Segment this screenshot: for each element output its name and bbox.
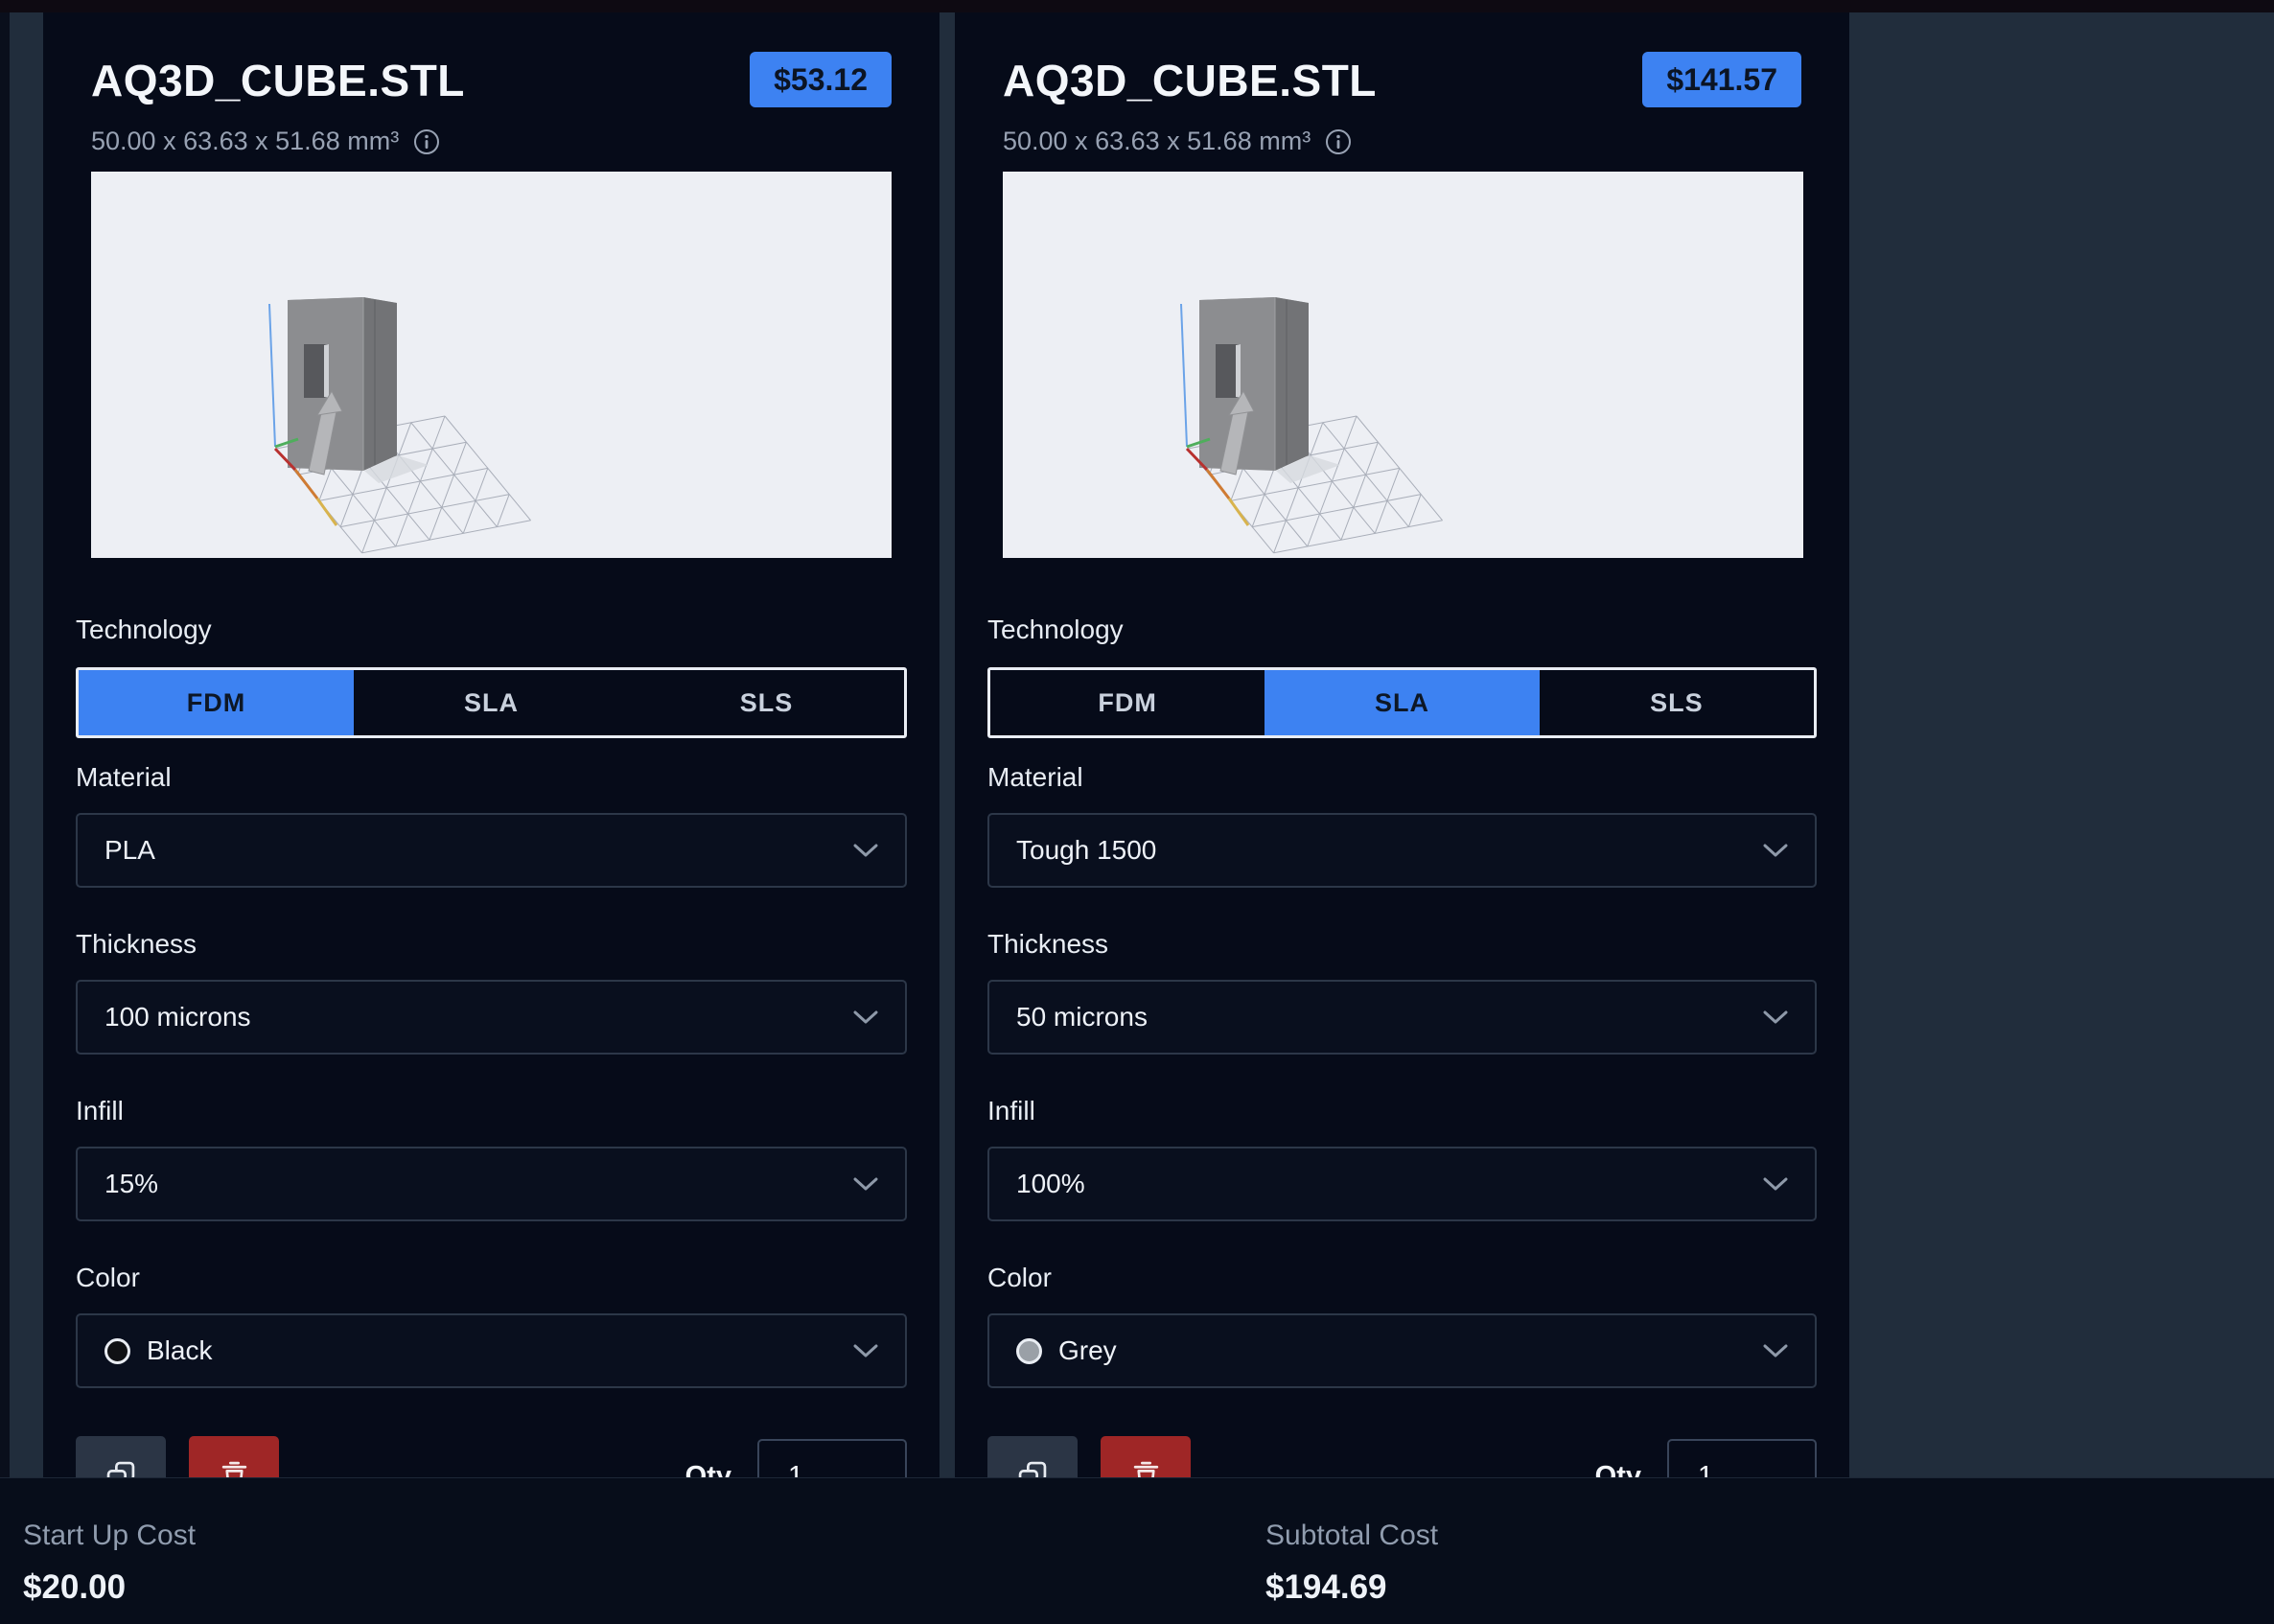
material-select[interactable]: Tough 1500 (987, 813, 1817, 888)
startup-cost-label: Start Up Cost (23, 1519, 196, 1553)
file-name-title: AQ3D_CUBE.STL (1003, 52, 1377, 109)
startup-cost-block: Start Up Cost $20.00 (23, 1519, 196, 1607)
subtotal-cost-label: Subtotal Cost (1265, 1519, 1438, 1553)
technology-segmented-control: FDM SLA SLS (987, 667, 1817, 738)
material-label: Material (987, 761, 1817, 794)
dimensions-row: 50.00 x 63.63 x 51.68 mm³ (1003, 127, 1801, 156)
info-icon[interactable] (413, 128, 440, 155)
tech-option-sls[interactable]: SLS (1540, 670, 1814, 735)
model-viewer-canvas[interactable] (91, 172, 892, 558)
model-viewer-canvas[interactable] (1003, 172, 1803, 558)
dimensions-row: 50.00 x 63.63 x 51.68 mm³ (91, 127, 892, 156)
price-badge: $53.12 (750, 52, 892, 107)
infill-label: Infill (987, 1095, 1817, 1127)
chevron-down-icon (853, 1177, 878, 1192)
tech-option-fdm[interactable]: FDM (79, 670, 354, 735)
infill-select[interactable]: 100% (987, 1147, 1817, 1221)
chevron-down-icon (1763, 1010, 1788, 1025)
material-select-value: Tough 1500 (1016, 835, 1156, 866)
subtotal-cost-block: Subtotal Cost $194.69 (1265, 1519, 1438, 1607)
material-select-value: PLA (104, 835, 155, 866)
thickness-label: Thickness (987, 928, 1817, 961)
technology-label: Technology (987, 614, 1817, 646)
card-header: AQ3D_CUBE.STL $53.12 (91, 12, 892, 109)
chevron-down-icon (1763, 1344, 1788, 1358)
color-select-value: Grey (1058, 1335, 1117, 1366)
thickness-label: Thickness (76, 928, 907, 961)
infill-label: Infill (76, 1095, 907, 1127)
quote-item-card: AQ3D_CUBE.STL $141.57 50.00 x 63.63 x 51… (955, 12, 1849, 1477)
info-icon[interactable] (1325, 128, 1352, 155)
tech-option-sla[interactable]: SLA (1265, 670, 1539, 735)
cost-summary-footer: Start Up Cost $20.00 Subtotal Cost $194.… (0, 1477, 2274, 1624)
chevron-down-icon (853, 1010, 878, 1025)
color-label: Color (987, 1262, 1817, 1294)
thickness-select-value: 100 microns (104, 1002, 251, 1032)
dimensions-text: 50.00 x 63.63 x 51.68 mm³ (91, 127, 399, 156)
price-badge: $141.57 (1642, 52, 1801, 107)
card-header: AQ3D_CUBE.STL $141.57 (1003, 12, 1801, 109)
color-swatch (104, 1338, 130, 1364)
color-swatch (1016, 1338, 1042, 1364)
left-edge-strip (0, 12, 10, 1477)
chevron-down-icon (853, 844, 878, 858)
chevron-down-icon (853, 1344, 878, 1358)
technology-label: Technology (76, 614, 907, 646)
thickness-select[interactable]: 50 microns (987, 980, 1817, 1055)
thickness-select[interactable]: 100 microns (76, 980, 907, 1055)
chevron-down-icon (1763, 1177, 1788, 1192)
tech-option-sla[interactable]: SLA (354, 670, 629, 735)
startup-cost-value: $20.00 (23, 1568, 196, 1607)
color-select-value: Black (147, 1335, 212, 1366)
subtotal-cost-value: $194.69 (1265, 1568, 1438, 1607)
color-select[interactable]: Grey (987, 1313, 1817, 1388)
file-name-title: AQ3D_CUBE.STL (91, 52, 465, 109)
material-label: Material (76, 761, 907, 794)
material-select[interactable]: PLA (76, 813, 907, 888)
chevron-down-icon (1763, 844, 1788, 858)
dimensions-text: 50.00 x 63.63 x 51.68 mm³ (1003, 127, 1311, 156)
infill-select-value: 15% (104, 1169, 158, 1199)
tech-option-fdm[interactable]: FDM (990, 670, 1265, 735)
infill-select-value: 100% (1016, 1169, 1085, 1199)
infill-select[interactable]: 15% (76, 1147, 907, 1221)
color-select[interactable]: Black (76, 1313, 907, 1388)
color-label: Color (76, 1262, 907, 1294)
technology-segmented-control: FDM SLA SLS (76, 667, 907, 738)
quote-item-card: AQ3D_CUBE.STL $53.12 50.00 x 63.63 x 51.… (43, 12, 940, 1477)
tech-option-sls[interactable]: SLS (629, 670, 904, 735)
thickness-select-value: 50 microns (1016, 1002, 1148, 1032)
top-edge-strip (0, 0, 2274, 12)
